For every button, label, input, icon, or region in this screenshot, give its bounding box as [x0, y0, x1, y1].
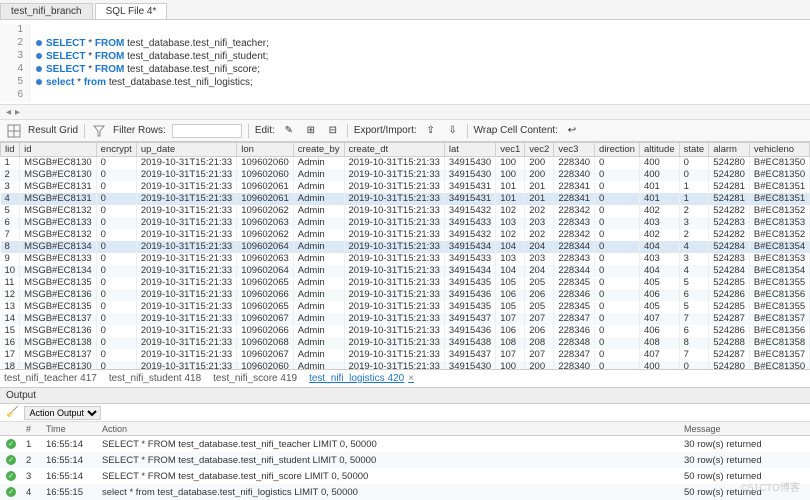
- out-num: 4: [26, 487, 46, 498]
- col-num: #: [26, 424, 46, 433]
- result-tab[interactable]: test_nifi_student 418: [109, 373, 201, 384]
- table-row[interactable]: 16MSGB#EC813802019-10-31T15:21:331096020…: [1, 337, 810, 349]
- result-tab[interactable]: test_nifi_teacher 417: [4, 373, 97, 384]
- col-action: Action: [102, 424, 684, 433]
- editor-nav: ◂ ▸: [0, 104, 810, 120]
- col-header[interactable]: create_by: [293, 143, 344, 157]
- table-row[interactable]: 12MSGB#EC813602019-10-31T15:21:331096020…: [1, 289, 810, 301]
- result-tabs: test_nifi_teacher 417 test_nifi_student 4…: [0, 370, 810, 388]
- filter-input[interactable]: [172, 124, 242, 138]
- table-row[interactable]: 5MSGB#EC813202019-10-31T15:21:3310960206…: [1, 205, 810, 217]
- table-row[interactable]: 4MSGB#EC813102019-10-31T15:21:3310960206…: [1, 193, 810, 205]
- col-header[interactable]: encrypt: [96, 143, 136, 157]
- col-header[interactable]: altitude: [639, 143, 679, 157]
- edit-label: Edit:: [255, 125, 275, 136]
- file-tab[interactable]: test_nifi_branch: [0, 3, 93, 19]
- success-icon: ✓: [6, 471, 16, 481]
- edit-2-icon[interactable]: ⊞: [303, 123, 319, 139]
- result-grid[interactable]: lididencryptup_dateloncreate_bycreate_dt…: [0, 142, 810, 370]
- table-row[interactable]: 2MSGB#EC813002019-10-31T15:21:3310960206…: [1, 169, 810, 181]
- file-tab[interactable]: SQL File 4*: [95, 3, 168, 19]
- col-header[interactable]: up_date: [136, 143, 236, 157]
- table-row[interactable]: 18MSGB#EC813002019-10-31T15:21:331096020…: [1, 361, 810, 371]
- out-action: select * from test_database.test_nifi_lo…: [102, 487, 684, 498]
- col-header[interactable]: vec3: [554, 143, 595, 157]
- table-row[interactable]: 15MSGB#EC813602019-10-31T15:21:331096020…: [1, 325, 810, 337]
- success-icon: ✓: [6, 439, 16, 449]
- out-time: 16:55:14: [46, 471, 102, 482]
- out-action: SELECT * FROM test_database.test_nifi_sc…: [102, 471, 684, 482]
- success-icon: ✓: [6, 487, 16, 497]
- success-icon: ✓: [6, 455, 16, 465]
- wrap-icon[interactable]: ↩: [564, 123, 580, 139]
- out-msg: 30 row(s) returned: [684, 439, 804, 450]
- table-row[interactable]: 1MSGB#EC813002019-10-31T15:21:3310960206…: [1, 157, 810, 169]
- nav-left-icon[interactable]: ◂: [6, 107, 11, 118]
- out-num: 3: [26, 471, 46, 482]
- table-row[interactable]: 8MSGB#EC813402019-10-31T15:21:3310960206…: [1, 241, 810, 253]
- file-tabs: test_nifi_branchSQL File 4*: [0, 0, 810, 20]
- output-row[interactable]: ✓ 416:55:15select * from test_database.te…: [0, 484, 810, 500]
- table-row[interactable]: 11MSGB#EC813502019-10-31T15:21:331096020…: [1, 277, 810, 289]
- col-header[interactable]: id: [20, 143, 97, 157]
- export-icon[interactable]: ⇪: [423, 123, 439, 139]
- close-icon[interactable]: ×: [408, 373, 414, 384]
- out-msg: 30 row(s) returned: [684, 455, 804, 466]
- table-row[interactable]: 10MSGB#EC813402019-10-31T15:21:331096020…: [1, 265, 810, 277]
- col-header[interactable]: vec2: [525, 143, 554, 157]
- col-header[interactable]: vehicleno: [749, 143, 809, 157]
- nav-right-icon[interactable]: ▸: [15, 107, 20, 118]
- col-header[interactable]: direction: [595, 143, 640, 157]
- table-row[interactable]: 6MSGB#EC813302019-10-31T15:21:3310960206…: [1, 217, 810, 229]
- data-table: lididencryptup_dateloncreate_bycreate_dt…: [0, 142, 810, 370]
- sql-editor[interactable]: 12SELECT * FROM test_database.test_nifi_…: [0, 20, 810, 104]
- col-header[interactable]: create_dt: [344, 143, 444, 157]
- filter-icon[interactable]: [91, 123, 107, 139]
- table-row[interactable]: 17MSGB#EC813702019-10-31T15:21:331096020…: [1, 349, 810, 361]
- out-action: SELECT * FROM test_database.test_nifi_te…: [102, 439, 684, 450]
- result-tab[interactable]: test_nifi_score 419: [213, 373, 297, 384]
- out-time: 16:55:14: [46, 439, 102, 450]
- output-header-row: # Time Action Message: [0, 422, 810, 436]
- output-panel: Output 🧹 Action Output # Time Action Mes…: [0, 388, 810, 500]
- col-header[interactable]: lon: [237, 143, 294, 157]
- table-row[interactable]: 7MSGB#EC813202019-10-31T15:21:3310960206…: [1, 229, 810, 241]
- col-header[interactable]: lat: [444, 143, 495, 157]
- output-row[interactable]: ✓ 216:55:14SELECT * FROM test_database.te…: [0, 452, 810, 468]
- table-row[interactable]: 9MSGB#EC813302019-10-31T15:21:3310960206…: [1, 253, 810, 265]
- result-toolbar: Result Grid Filter Rows: Edit: ✎ ⊞ ⊟ Exp…: [0, 120, 810, 142]
- col-time: Time: [46, 424, 102, 433]
- out-num: 2: [26, 455, 46, 466]
- col-header[interactable]: vec1: [496, 143, 525, 157]
- table-row[interactable]: 3MSGB#EC813102019-10-31T15:21:3310960206…: [1, 181, 810, 193]
- out-time: 16:55:14: [46, 455, 102, 466]
- output-row[interactable]: ✓ 116:55:14SELECT * FROM test_database.te…: [0, 436, 810, 452]
- out-num: 1: [26, 439, 46, 450]
- edit-3-icon[interactable]: ⊟: [325, 123, 341, 139]
- action-output-select[interactable]: Action Output: [24, 406, 101, 420]
- output-title: Output: [0, 388, 810, 404]
- filter-rows-label: Filter Rows:: [113, 125, 166, 136]
- result-tab[interactable]: test_nifi_logistics 420×: [309, 373, 414, 384]
- col-message: Message: [684, 424, 804, 433]
- watermark: ©51CTO博客: [741, 479, 800, 494]
- wrap-label: Wrap Cell Content:: [474, 125, 558, 136]
- col-header[interactable]: alarm: [709, 143, 750, 157]
- result-grid-label: Result Grid: [28, 125, 78, 136]
- edit-1-icon[interactable]: ✎: [281, 123, 297, 139]
- table-row[interactable]: 14MSGB#EC813702019-10-31T15:21:331096020…: [1, 313, 810, 325]
- col-header[interactable]: lid: [1, 143, 20, 157]
- export-label: Export/Import:: [354, 125, 417, 136]
- table-row[interactable]: 13MSGB#EC813502019-10-31T15:21:331096020…: [1, 301, 810, 313]
- out-action: SELECT * FROM test_database.test_nifi_st…: [102, 455, 684, 466]
- out-time: 16:55:15: [46, 487, 102, 498]
- output-clear-icon[interactable]: 🧹: [6, 407, 18, 418]
- import-icon[interactable]: ⇩: [445, 123, 461, 139]
- col-header[interactable]: state: [679, 143, 709, 157]
- output-row[interactable]: ✓ 316:55:14SELECT * FROM test_database.te…: [0, 468, 810, 484]
- grid-icon[interactable]: [6, 123, 22, 139]
